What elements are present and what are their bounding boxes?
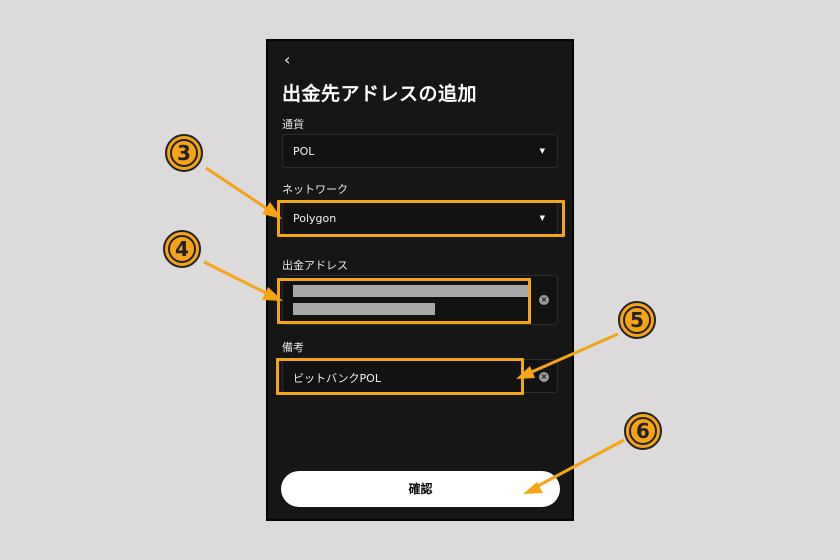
arrow-4 <box>203 260 273 298</box>
arrow-3 <box>205 166 273 214</box>
badge-number: 3 <box>170 139 198 167</box>
arrow-6 <box>533 438 625 490</box>
arrow-5 <box>526 332 619 376</box>
badge-number: 5 <box>623 306 651 334</box>
annotation-badge-3: 3 <box>165 134 203 172</box>
badge-number: 4 <box>168 235 196 263</box>
annotation-badge-6: 6 <box>624 412 662 450</box>
badge-number: 6 <box>629 417 657 445</box>
annotation-arrows <box>203 166 625 494</box>
annotation-badge-5: 5 <box>618 301 656 339</box>
annotation-badge-4: 4 <box>163 230 201 268</box>
